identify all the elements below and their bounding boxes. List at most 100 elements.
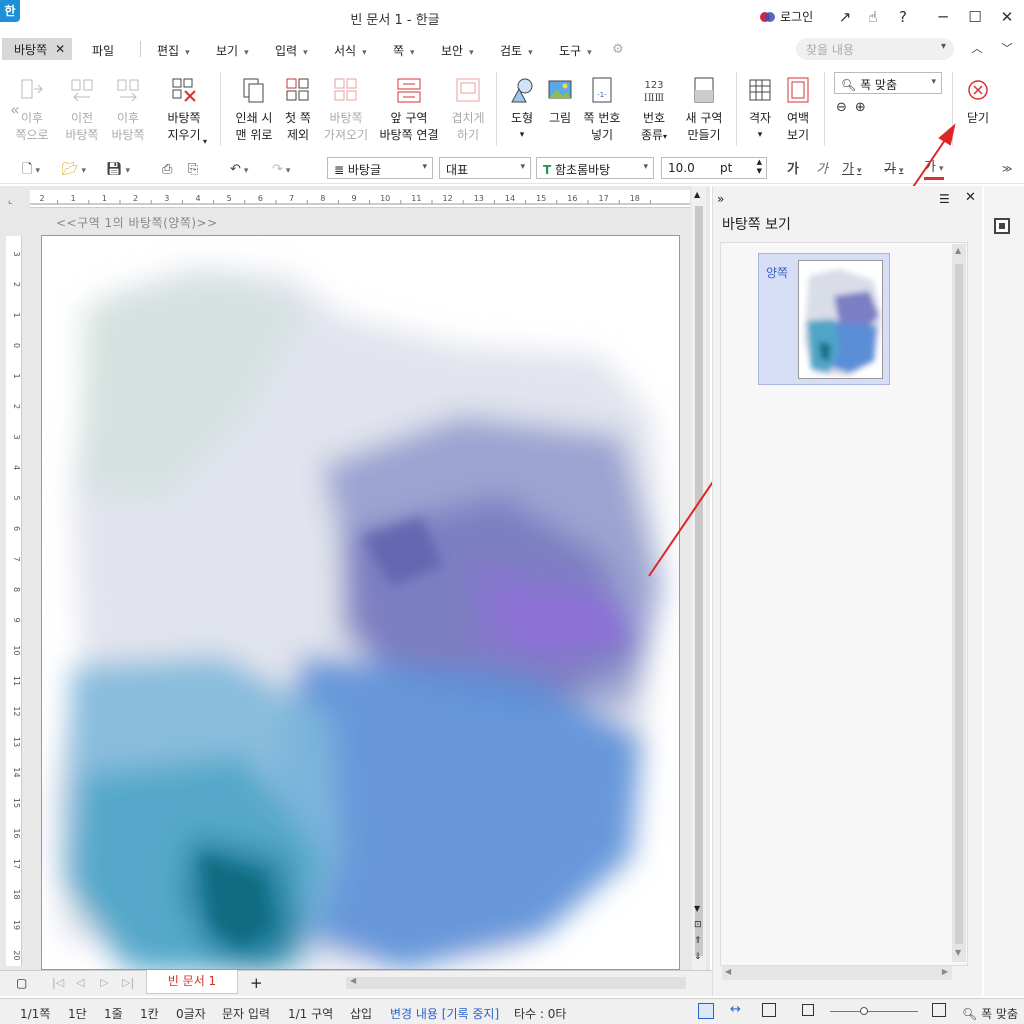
font-size-input[interactable]: 10.0 pt ▲ ▼ <box>661 157 767 179</box>
status-chars: 0글자 <box>176 1007 206 1021</box>
new-document-icon[interactable]: 🗋 ▾ <box>22 160 40 180</box>
menu-file[interactable]: 파일 <box>92 42 114 59</box>
login-button[interactable]: 로그인 <box>760 8 813 25</box>
zoom-fit-icon[interactable] <box>932 1003 946 1017</box>
status-insert[interactable]: 삽입 <box>350 1005 372 1022</box>
zoom-out-icon[interactable]: ⊖ <box>836 100 847 115</box>
menu-review[interactable]: 검토 ▾ <box>500 42 533 59</box>
menu-security[interactable]: 보안 ▾ <box>441 42 474 59</box>
import-master-button[interactable]: 바탕쪽 가져오기 <box>318 76 374 144</box>
tab-master-page[interactable]: 바탕쪽 ✕ <box>2 38 72 60</box>
prev-tab-icon[interactable]: ◁ <box>76 976 84 989</box>
close-tab-icon[interactable]: ✕ <box>55 42 65 56</box>
zoom-slider[interactable] <box>830 1007 918 1015</box>
ruler-label: 5 <box>227 194 232 203</box>
chevron-down-icon: ▾ <box>931 77 936 87</box>
link-previous-section-button[interactable]: 앞 구역 바탕쪽 연결 <box>374 76 444 144</box>
status-track-changes[interactable]: 변경 내용 [기록 중지] <box>390 1005 499 1022</box>
next-tab-icon[interactable]: ▷ <box>100 976 108 989</box>
status-zoom[interactable]: 🔍︎ 폭 맞춤 <box>962 1005 1018 1022</box>
status-page[interactable]: 1/1쪽 <box>20 1005 50 1022</box>
chevron-down-icon[interactable]: ▾ <box>941 41 946 52</box>
close-panel-icon[interactable]: ✕ <box>965 190 976 205</box>
next-master-button[interactable]: 이후 바탕쪽 <box>100 76 156 144</box>
thumbnail-page[interactable] <box>798 260 883 379</box>
menu-page[interactable]: 쪽 ▾ <box>393 42 415 59</box>
menu-edit[interactable]: 편집 ▾ <box>157 42 190 59</box>
ruler-label: 11 <box>12 676 21 686</box>
ruler-label: 15 <box>12 798 21 808</box>
scroll-down-icon[interactable]: ▼ <box>694 904 700 913</box>
collapse-ribbon-icon[interactable]: ︿ <box>966 38 988 60</box>
close-window-button[interactable]: ✕ <box>996 6 1018 28</box>
prev-page-icon[interactable]: ⇑ <box>694 936 702 946</box>
print-preview-icon[interactable]: ⎘ <box>188 160 198 180</box>
page-jump-icon[interactable]: ⊡ <box>694 920 702 930</box>
help-icon[interactable]: ? <box>892 6 914 28</box>
save-icon[interactable]: 💾︎ ▾ <box>106 160 130 180</box>
font-color-button[interactable]: 가 ▾ <box>924 160 944 180</box>
margin-view-button[interactable]: 여백 보기 <box>770 76 826 144</box>
tab-list-icon[interactable]: ▢ <box>16 976 27 990</box>
panel-hscrollbar[interactable]: ◀ ▶ <box>722 966 952 980</box>
insert-page-number-button[interactable]: -1- 쪽 번호 넣기 <box>574 76 630 144</box>
fit-page-icon[interactable] <box>762 1003 776 1017</box>
underline-button[interactable]: 가 ▾ <box>842 160 862 180</box>
undo-icon[interactable]: ↶ ▾ <box>230 160 248 180</box>
italic-button[interactable]: 가 <box>816 160 828 180</box>
scrollbar-thumb[interactable] <box>695 206 703 956</box>
document-scrollbar[interactable]: ▲ ▼ ⊡ ⇑ ⇓ <box>692 186 706 970</box>
next-page-button[interactable]: 이후 쪽으로 <box>8 76 56 144</box>
maximize-button[interactable]: ☐ <box>964 6 986 28</box>
print-icon[interactable]: ⎙ <box>162 160 172 180</box>
fit-width-icon[interactable]: ↔ <box>730 1002 741 1017</box>
zoom-slider-thumb[interactable] <box>860 1007 868 1015</box>
strikethrough-button[interactable]: 가 ▾ <box>884 160 904 180</box>
collapse-panel-icon[interactable]: » <box>717 192 724 206</box>
minimize-button[interactable]: ─ <box>932 6 954 28</box>
status-mode[interactable]: 문자 입력 <box>222 1005 270 1022</box>
close-master-button[interactable]: 닫기 <box>950 76 1006 127</box>
normal-view-icon[interactable] <box>698 1003 714 1019</box>
ruler-corner[interactable]: ⌞ <box>8 196 20 206</box>
scroll-up-icon[interactable]: ▲ <box>694 190 700 199</box>
document-tab-bar: ▢ |◁ ◁ ▷ ▷| + ◀ <box>0 970 712 996</box>
settings-icon[interactable]: ⚙ <box>612 42 624 57</box>
toolbar-more-icon[interactable]: ≫ <box>1002 160 1012 180</box>
page-canvas[interactable] <box>41 235 680 970</box>
new-section-button[interactable]: 새 구역 만들기 <box>676 76 732 144</box>
panel-menu-icon[interactable]: ☰ <box>939 192 950 206</box>
expand-icon[interactable]: ↗ <box>834 6 856 28</box>
panel-toggle-icon[interactable] <box>994 218 1010 234</box>
menu-format[interactable]: 서식 ▾ <box>334 42 367 59</box>
add-tab-icon[interactable]: + <box>250 974 263 992</box>
first-tab-icon[interactable]: |◁ <box>52 976 64 989</box>
menu-tools[interactable]: 도구 ▾ <box>559 42 592 59</box>
delete-master-button[interactable]: 바탕쪽 지우기 ▾ <box>156 76 212 146</box>
number-type-button[interactable]: 123 ⅠⅡⅢ 번호 종류▾ <box>626 76 682 145</box>
last-tab-icon[interactable]: ▷| <box>122 976 134 989</box>
language-select[interactable]: 대표 ▾ <box>439 157 531 179</box>
panel-scrollbar[interactable]: ▲ ▼ <box>952 244 966 962</box>
horizontal-ruler[interactable]: 2 1 1 2 3 4 5 6 7 8 9 10 11 12 13 14 15 16 17 18 <box>30 190 690 208</box>
menu-view[interactable]: 보기 ▾ <box>216 42 249 59</box>
actual-size-icon[interactable] <box>802 1004 814 1016</box>
tab-document[interactable]: 빈 문서 1 <box>146 970 238 994</box>
menu-insert[interactable]: 입력 ▾ <box>275 42 308 59</box>
zoom-select[interactable]: 🔍︎ 폭 맞춤 ▾ <box>834 72 942 94</box>
style-select[interactable]: ≣ 바탕글 ▾ <box>327 157 433 179</box>
vertical-ruler[interactable]: 3 2 1 0 1 2 3 4 5 6 7 8 9 10 11 12 13 14 15 16 17 18 19 20 <box>6 236 22 966</box>
panel-scroll-thumb[interactable] <box>955 264 963 944</box>
expand-ribbon-icon[interactable]: ﹀ <box>996 38 1018 60</box>
search-input[interactable]: 찾을 내용 ▾ <box>796 38 954 60</box>
zoom-in-icon[interactable]: ⊕ <box>855 100 866 115</box>
open-folder-icon[interactable]: 📂︎ ▾ <box>62 160 86 180</box>
touch-mode-icon[interactable]: ☝ <box>862 6 884 28</box>
bold-button[interactable]: 가 <box>787 160 799 180</box>
next-page-icon[interactable]: ⇓ <box>694 952 702 962</box>
horizontal-scrollbar[interactable]: ◀ <box>346 976 686 989</box>
ruler-ticks: 2 1 1 2 3 4 5 6 7 8 9 10 11 12 13 14 15 16 17 18 <box>30 194 690 205</box>
font-select[interactable]: T 함초롬바탕 ▾ <box>536 157 654 179</box>
redo-icon[interactable]: ↷ ▾ <box>272 160 290 180</box>
overlap-button[interactable]: 겹치게 하기 <box>440 76 496 144</box>
